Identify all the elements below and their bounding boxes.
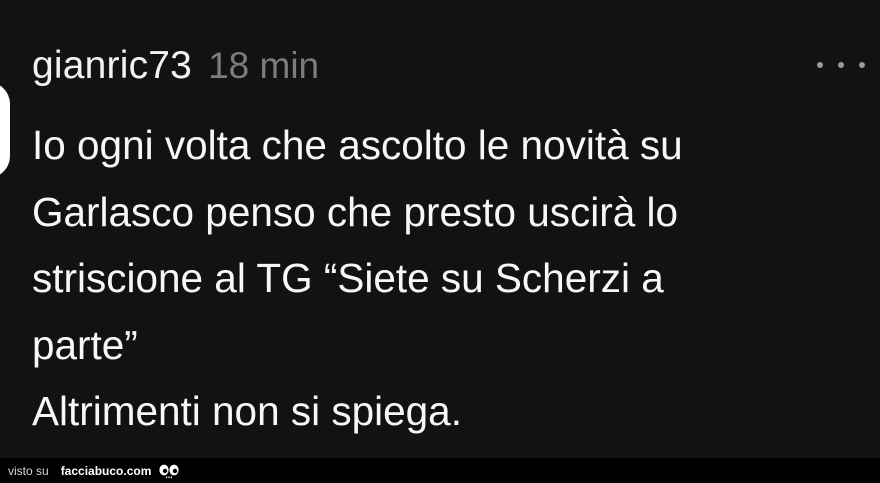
watermark-brand: facciabuco.com [60, 463, 152, 478]
more-dot [838, 62, 844, 68]
eyes-logo-icon [159, 464, 179, 478]
comment-line: Io ogni volta che ascolto le novità su [32, 122, 683, 168]
avatar[interactable] [0, 82, 10, 178]
comment-line: parte” [32, 321, 138, 368]
comment-timestamp: 18 min [208, 45, 320, 86]
comment-line: Garlasco penso che presto uscirà lo [32, 188, 679, 235]
comment-header: gianric73 18 min [32, 44, 319, 96]
watermark-bar: visto su facciabuco.com [0, 458, 880, 483]
watermark-prefix: visto su [8, 463, 49, 478]
screenshot: gianric73 18 min Io ogni volta che ascol… [0, 0, 880, 483]
more-dot [817, 62, 823, 68]
username-link[interactable]: gianric73 [32, 44, 192, 88]
more-dot [859, 62, 865, 68]
more-options-icon[interactable] [817, 58, 865, 72]
comment-line: Altrimenti non si spiega. [32, 388, 462, 434]
comment-body: Io ogni volta che ascolto le novità su G… [32, 112, 822, 445]
comment-line: striscione al TG “Siete su Scherzi a [32, 255, 664, 301]
